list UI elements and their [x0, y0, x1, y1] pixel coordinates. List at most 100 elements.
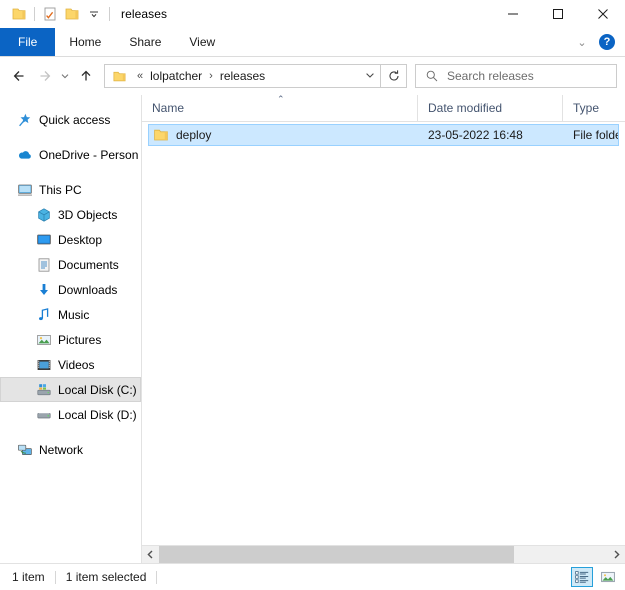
sidebar-item-label: Documents	[58, 257, 119, 272]
sidebar-item-label: 3D Objects	[58, 207, 118, 222]
column-header-type[interactable]: Type	[562, 95, 625, 121]
explorer-body: Quick access OneDrive - Person This PC 3…	[0, 94, 625, 563]
sort-ascending-icon: ⌃	[277, 94, 285, 104]
breadcrumb: « lolpatcher › releases	[133, 67, 360, 85]
maximize-button[interactable]	[535, 0, 580, 28]
file-name: deploy	[176, 128, 212, 142]
recent-locations-chevron-icon[interactable]	[56, 63, 74, 89]
cell-date-modified: 23-05-2022 16:48	[428, 128, 523, 142]
table-row[interactable]: deploy 23-05-2022 16:48 File folder	[148, 124, 619, 146]
downloads-icon	[36, 282, 52, 298]
pictures-icon	[36, 332, 52, 348]
customize-quick-access-chevron-icon[interactable]	[83, 3, 105, 25]
tab-view[interactable]: View	[175, 28, 229, 56]
star-pin-icon	[17, 112, 33, 128]
sidebar-item-label: Pictures	[58, 332, 102, 347]
column-header-date-modified[interactable]: Date modified	[417, 95, 562, 121]
ribbon-tabs: File Home Share View ⌄ ?	[0, 28, 625, 57]
item-count: 1 item	[12, 570, 45, 584]
breadcrumb-item-releases[interactable]: releases	[217, 67, 268, 85]
file-rows: deploy 23-05-2022 16:48 File folder	[142, 122, 625, 545]
sidebar-item-quick-access[interactable]: Quick access	[0, 107, 141, 132]
sidebar-item-this-pc[interactable]: This PC	[0, 177, 141, 202]
sidebar-item-documents[interactable]: Documents	[0, 252, 141, 277]
scroll-right-button[interactable]	[608, 546, 625, 563]
sidebar-item-music[interactable]: Music	[0, 302, 141, 327]
3d-objects-icon	[36, 207, 52, 223]
expand-ribbon-chevron-icon[interactable]: ⌄	[573, 36, 591, 49]
status-divider	[54, 570, 56, 584]
file-list-pane: ⌃ Name Date modified Type deploy 23-05-2…	[142, 94, 625, 563]
videos-icon	[36, 357, 52, 373]
scroll-left-button[interactable]	[142, 546, 159, 563]
tab-home[interactable]: Home	[55, 28, 115, 56]
sidebar-item-videos[interactable]: Videos	[0, 352, 141, 377]
sidebar-item-label: This PC	[39, 182, 82, 197]
search-box[interactable]	[415, 64, 617, 88]
column-header-label: Type	[573, 101, 600, 115]
column-headers: ⌃ Name Date modified Type	[142, 94, 625, 122]
drive-icon	[36, 407, 52, 423]
folder-icon	[153, 127, 169, 143]
details-view-button[interactable]	[571, 567, 593, 587]
scrollbar-track[interactable]	[159, 546, 608, 563]
tab-share[interactable]: Share	[115, 28, 175, 56]
column-header-label: Name	[152, 101, 185, 115]
music-icon	[36, 307, 52, 323]
sidebar-item-label: Quick access	[39, 112, 111, 127]
new-folder-icon[interactable]	[61, 3, 83, 25]
back-button[interactable]	[8, 63, 32, 89]
breadcrumb-separator[interactable]: ›	[205, 70, 217, 82]
search-icon	[425, 69, 439, 83]
title-divider	[109, 7, 110, 21]
window-controls	[490, 0, 625, 28]
properties-icon[interactable]	[39, 3, 61, 25]
column-header-name[interactable]: ⌃ Name	[142, 94, 417, 121]
view-mode-buttons	[571, 564, 619, 590]
system-drive-icon	[36, 382, 52, 398]
close-button[interactable]	[580, 0, 625, 28]
sidebar-item-label: OneDrive - Person	[39, 147, 139, 162]
sidebar-item-local-disk-c[interactable]: Local Disk (C:)	[0, 377, 141, 402]
sidebar-item-downloads[interactable]: Downloads	[0, 277, 141, 302]
sidebar-item-label: Videos	[58, 357, 95, 372]
cloud-icon	[17, 147, 33, 163]
title-bar: releases	[0, 0, 625, 28]
up-button[interactable]	[74, 63, 98, 89]
column-header-label: Date modified	[428, 101, 503, 115]
computer-icon	[17, 182, 33, 198]
navigation-bar: « lolpatcher › releases	[0, 57, 625, 95]
toolbar-divider	[34, 7, 35, 21]
cell-name: deploy	[149, 127, 424, 143]
sidebar-item-network[interactable]: Network	[0, 437, 141, 462]
sidebar-item-desktop[interactable]: Desktop	[0, 227, 141, 252]
horizontal-scrollbar[interactable]	[142, 545, 625, 563]
address-dropdown-chevron-icon[interactable]	[360, 69, 380, 84]
sidebar-item-pictures[interactable]: Pictures	[0, 327, 141, 352]
breadcrumb-item-lolpatcher[interactable]: lolpatcher	[147, 67, 205, 85]
sidebar-item-label: Local Disk (D:)	[58, 407, 137, 422]
file-explorer-window: releases File Home Share View ⌄ ? « lolp…	[0, 0, 625, 590]
tab-file[interactable]: File	[0, 28, 56, 56]
network-icon	[17, 442, 33, 458]
sidebar-item-local-disk-d[interactable]: Local Disk (D:)	[0, 402, 141, 427]
folder-icon[interactable]	[8, 3, 30, 25]
forward-button[interactable]	[32, 63, 56, 89]
minimize-button[interactable]	[490, 0, 535, 28]
ribbon-right-controls: ⌄ ?	[573, 28, 621, 56]
sidebar-item-onedrive[interactable]: OneDrive - Person	[0, 142, 141, 167]
sidebar-item-label: Network	[39, 442, 84, 457]
help-icon[interactable]: ?	[599, 34, 615, 50]
large-icons-view-button[interactable]	[597, 567, 619, 587]
address-bar[interactable]: « lolpatcher › releases	[104, 64, 381, 88]
sidebar-item-label: Downloads	[58, 282, 118, 297]
breadcrumb-overflow-icon[interactable]: «	[133, 70, 147, 82]
sidebar-item-3d-objects[interactable]: 3D Objects	[0, 202, 141, 227]
search-input[interactable]	[447, 69, 616, 83]
selection-count: 1 item selected	[65, 570, 147, 584]
refresh-button[interactable]	[381, 64, 407, 88]
scrollbar-thumb[interactable]	[159, 546, 514, 563]
sidebar-item-label: Music	[58, 307, 90, 322]
